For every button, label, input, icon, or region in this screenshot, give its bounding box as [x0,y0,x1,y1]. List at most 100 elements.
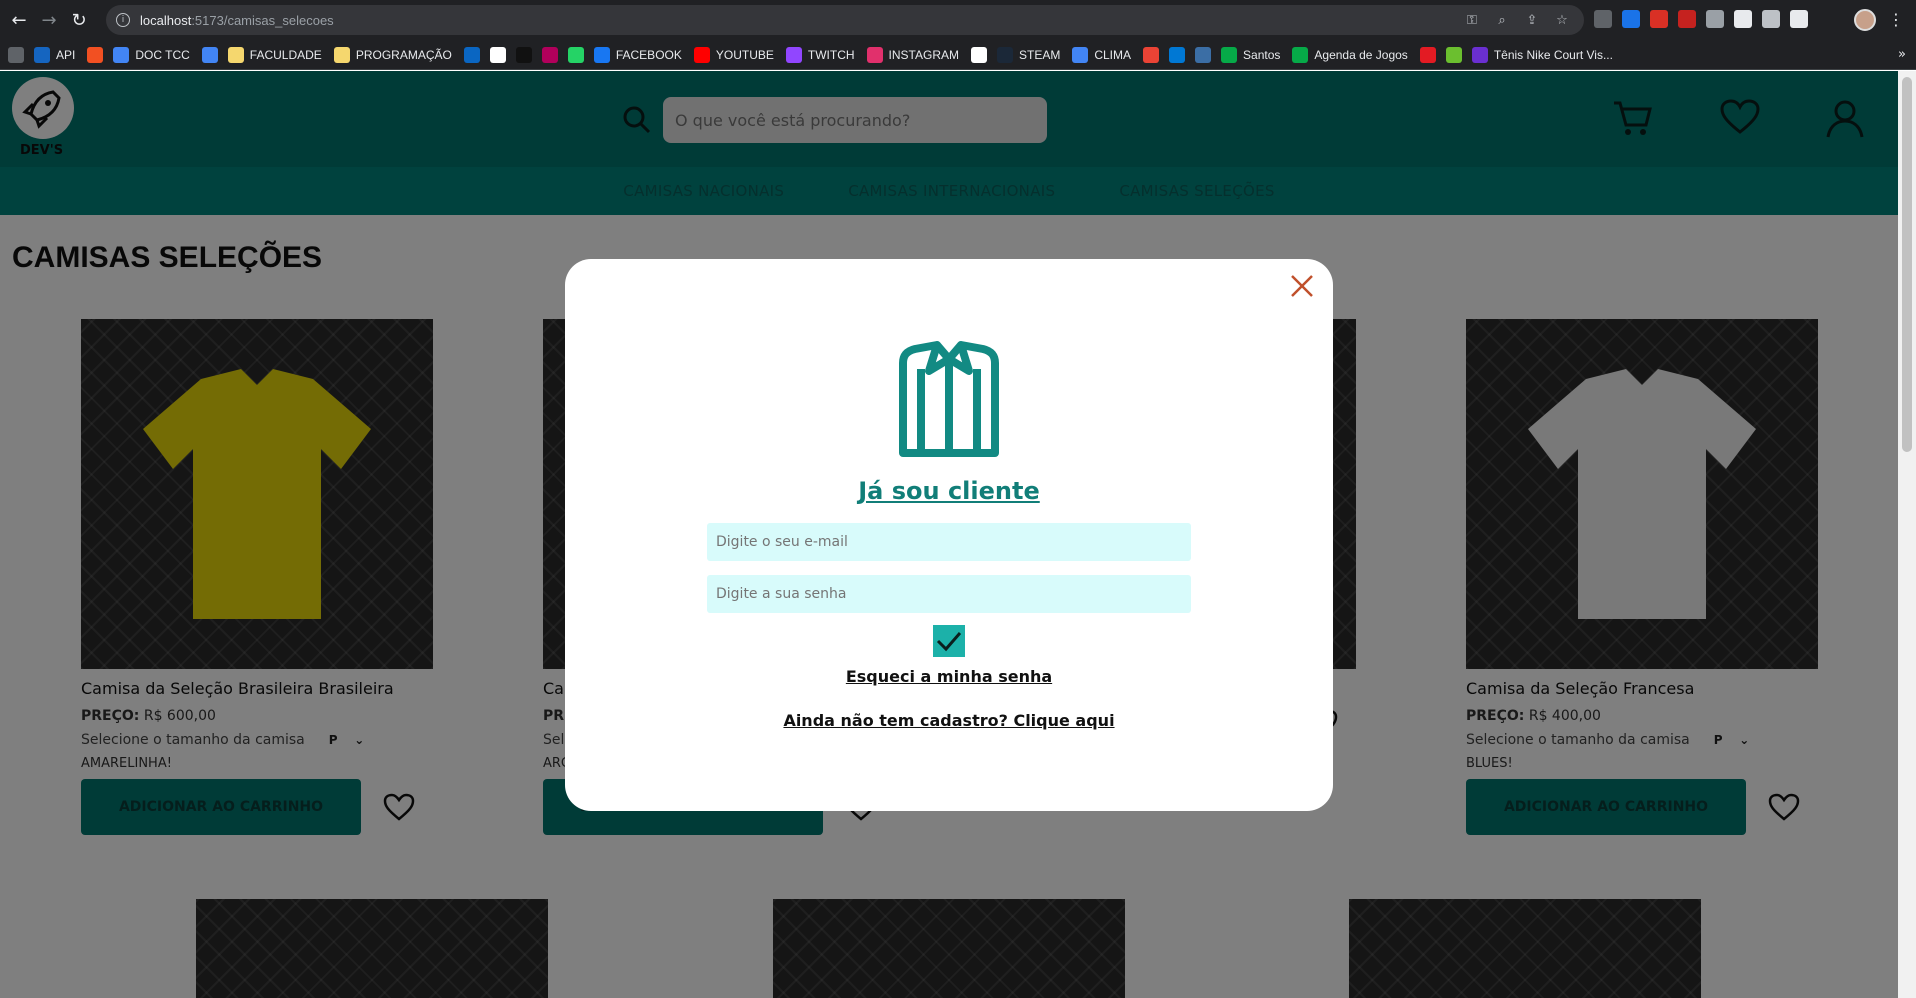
puzzle-icon[interactable] [1734,10,1752,28]
bookmark-icon [1292,46,1309,63]
bookmark-icon [34,46,50,63]
reload-icon[interactable]: ↻ [68,9,90,31]
bookmark-item[interactable] [567,46,590,63]
bookmarks-overflow-icon[interactable]: » [1898,47,1906,62]
bookmark-icon [463,46,480,63]
bookmark-item[interactable]: CLIMA [1072,46,1132,63]
bookmark-label: STEAM [1019,47,1061,62]
address-bar[interactable]: i localhost:5173/camisas_selecoes ⚿ ⌕ ⇪ … [106,5,1584,35]
forgot-password-link[interactable]: Esqueci a minha senha [565,667,1333,686]
bookmark-label: Agenda de Jogos [1314,47,1408,62]
extension-icon[interactable] [1650,10,1668,28]
bookmark-icon [1445,46,1462,63]
bookmark-icon [227,46,244,63]
bookmark-item[interactable]: DOC TCC [113,46,190,63]
remember-checkbox[interactable] [933,625,965,657]
browser-toolbar: ← → ↻ i localhost:5173/camisas_selecoes … [0,0,1916,40]
bookmark-item[interactable]: API [34,46,76,63]
bookmark-item[interactable] [1143,46,1165,63]
bookmark-icon [1072,46,1089,63]
bookmark-label: TWITCH [807,47,855,62]
bookmark-icon [201,46,218,63]
bookmark-item[interactable] [87,46,109,63]
bookmark-label: PROGRAMAÇÃO [355,47,452,62]
back-icon[interactable]: ← [8,9,30,31]
bookmark-item[interactable] [541,46,564,63]
bookmark-icon [515,46,532,63]
bookmark-icon [866,46,883,63]
bookmark-label: YOUTUBE [715,47,774,62]
bookmark-label: Santos [1243,47,1281,62]
menu-dots-icon[interactable]: ⋮ [1888,10,1904,29]
bookmark-item[interactable]: FACULDADE [227,46,322,63]
bookmark-item[interactable]: TWITCH [785,46,855,63]
bookmark-icon [1195,46,1212,63]
bookmark-icon [785,46,802,63]
bookmark-item[interactable]: Tênis Nike Court Vis... [1471,46,1613,63]
site-info-icon[interactable]: i [116,13,130,27]
bookmark-icon [87,46,104,63]
profile-avatar[interactable] [1854,9,1876,31]
extension-icon[interactable] [1622,10,1640,28]
bookmark-item[interactable]: FACEBOOK [593,46,682,63]
password-field[interactable] [707,575,1191,613]
extension-icon[interactable] [1678,10,1696,28]
scrollbar[interactable] [1898,71,1916,998]
bookmark-item[interactable]: INSTAGRAM [866,46,959,63]
bookmark-icon [541,46,558,63]
bookmark-item[interactable] [489,46,512,63]
bookmark-label: API [56,47,76,62]
key-icon[interactable]: ⚿ [1464,12,1480,28]
bookmark-item[interactable] [201,46,224,63]
bookmark-icon [113,46,130,63]
side-panel-icon[interactable] [1790,10,1808,28]
site-viewport: DEV'S CAMISAS NACIONAIS CAMISAS INTERNAC… [0,71,1898,998]
register-link[interactable]: Ainda não tem cadastro? Clique aqui [565,711,1333,730]
star-icon[interactable]: ☆ [1554,12,1570,28]
bookmark-item[interactable]: PROGRAMAÇÃO [333,46,452,63]
bookmark-icon [693,46,710,63]
bookmark-item[interactable] [1195,46,1217,63]
bookmark-item[interactable]: Santos [1221,46,1281,63]
reading-list-icon[interactable] [1762,10,1780,28]
bookmark-icon [1143,46,1160,63]
zoom-icon[interactable]: ⌕ [1494,12,1510,28]
bookmark-item[interactable] [515,46,538,63]
scrollbar-thumb[interactable] [1902,77,1912,452]
bookmark-icon [1169,46,1186,63]
forward-icon[interactable]: → [38,9,60,31]
bookmark-item[interactable] [1445,46,1468,63]
bookmark-icon [489,46,506,63]
modal-title: Já sou cliente [858,477,1040,505]
bookmark-icon [1419,46,1436,63]
bookmark-label: DOC TCC [135,47,190,62]
bookmark-icon [8,46,24,63]
bookmark-item[interactable] [1169,46,1191,63]
bookmark-label: CLIMA [1094,47,1132,62]
bookmark-item[interactable] [1419,46,1442,63]
bookmark-item[interactable] [463,46,486,63]
bookmark-label: INSTAGRAM [888,47,959,62]
extension-icon[interactable] [1594,10,1612,28]
bookmark-icon [971,46,987,63]
email-field[interactable] [707,523,1191,561]
share-icon[interactable]: ⇪ [1524,12,1540,28]
bookmark-label: FACEBOOK [615,47,682,62]
extensions-bar [1594,10,1808,28]
bookmarks-bar: API DOC TCC FACULDADE PROGRAMAÇÃO FACEBOOK YO… [0,40,1916,70]
extension-icon[interactable] [1706,10,1724,28]
bookmark-icon [997,46,1013,63]
shirt-icon [899,341,999,457]
bookmark-item[interactable]: STEAM [997,46,1061,63]
bookmark-icon [333,46,350,63]
bookmark-item[interactable] [971,46,993,63]
close-icon[interactable] [1289,273,1315,299]
bookmark-icon [1221,46,1238,63]
url-text: localhost:5173/camisas_selecoes [140,12,334,28]
bookmark-item[interactable] [8,46,30,63]
bookmark-icon [567,46,584,63]
bookmark-item[interactable]: YOUTUBE [693,46,774,63]
bookmark-item[interactable]: Agenda de Jogos [1292,46,1408,63]
login-modal: Já sou cliente Esqueci a minha senha Ain… [565,259,1333,811]
bookmark-label: FACULDADE [249,47,322,62]
